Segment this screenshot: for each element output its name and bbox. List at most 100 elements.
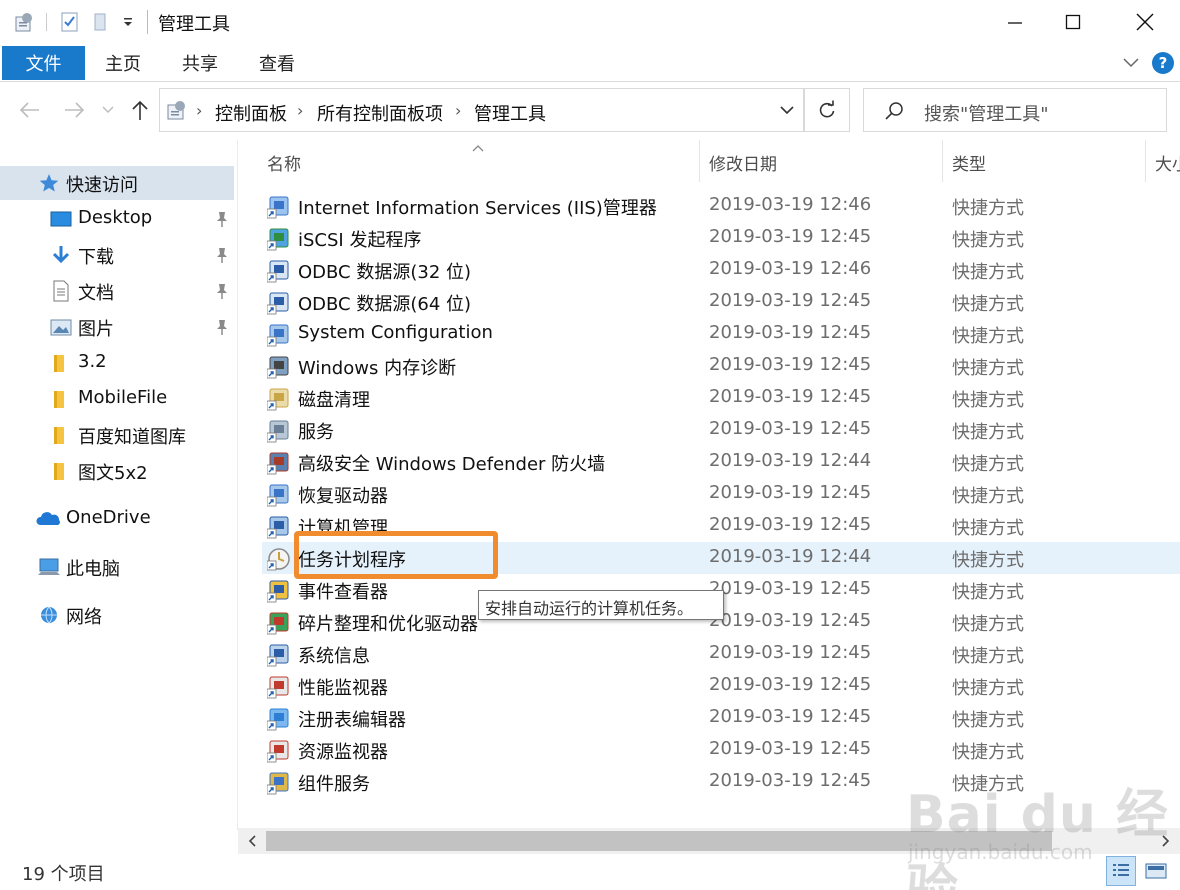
file-date: 2019-03-19 12:45 <box>709 578 872 599</box>
maximize-button[interactable] <box>1044 0 1102 44</box>
nav-folder-mobilefile[interactable]: MobileFile <box>0 382 234 416</box>
computer-management-icon <box>266 515 291 539</box>
file-date: 2019-03-19 12:45 <box>709 354 872 375</box>
nav-onedrive[interactable]: OneDrive <box>0 502 234 536</box>
nav-label: 快速访问 <box>66 175 138 196</box>
qa-divider <box>44 10 48 34</box>
breadcrumb-separator[interactable]: › <box>455 101 461 120</box>
pin-icon[interactable] <box>214 318 230 336</box>
column-header-date[interactable]: 修改日期 <box>700 140 942 182</box>
nav-label: 网络 <box>66 607 102 628</box>
tab-view[interactable]: 查看 <box>259 50 295 76</box>
nav-folder-3-2[interactable]: 3.2 <box>0 346 234 380</box>
file-date: 2019-03-19 12:45 <box>709 322 872 343</box>
odbc-icon <box>266 259 291 283</box>
expand-ribbon-icon[interactable] <box>1121 52 1141 72</box>
file-type: 快捷方式 <box>952 422 1024 443</box>
file-type: 快捷方式 <box>952 518 1024 539</box>
column-header-type[interactable]: 类型 <box>943 140 1143 182</box>
file-date: 2019-03-19 12:44 <box>709 450 872 471</box>
forward-button[interactable] <box>60 96 88 124</box>
nav-folder-baidu-gallery[interactable]: 百度知道图库 <box>0 418 234 452</box>
folder-icon <box>50 352 72 374</box>
file-row[interactable]: 资源监视器 2019-03-19 12:45 快捷方式 <box>262 734 1180 766</box>
checklist-icon[interactable] <box>58 10 82 34</box>
recent-locations-button[interactable] <box>98 96 118 124</box>
file-name: iSCSI 发起程序 <box>298 230 422 251</box>
scroll-left-icon[interactable] <box>244 832 262 850</box>
help-icon[interactable]: ? <box>1152 52 1174 74</box>
file-row[interactable]: 系统信息 2019-03-19 12:45 快捷方式 <box>262 638 1180 670</box>
file-row[interactable]: System Configuration 2019-03-19 12:45 快捷方式 <box>262 318 1180 350</box>
pin-icon[interactable] <box>214 246 230 264</box>
search-input[interactable]: 搜索"管理工具" <box>924 100 1049 126</box>
new-folder-icon[interactable] <box>90 10 112 34</box>
nav-label: Desktop <box>78 207 153 228</box>
nav-desktop[interactable]: Desktop <box>0 202 234 236</box>
nav-downloads[interactable]: 下载 <box>0 238 234 272</box>
file-name: 服务 <box>298 422 334 443</box>
up-button[interactable] <box>126 96 154 124</box>
highlight-annotation <box>294 531 498 579</box>
file-name: ODBC 数据源(32 位) <box>298 262 472 283</box>
file-row[interactable]: Internet Information Services (IIS)管理器 20… <box>262 190 1180 222</box>
disk-cleanup-icon <box>266 387 291 411</box>
nav-network[interactable]: 网络 <box>0 598 234 632</box>
nav-label: 百度知道图库 <box>78 427 186 448</box>
nav-pictures[interactable]: 图片 <box>0 310 234 344</box>
file-type: 快捷方式 <box>952 198 1024 219</box>
address-history-dropdown[interactable] <box>770 88 804 132</box>
folder-icon <box>50 388 72 410</box>
breadcrumb-control-panel[interactable]: 控制面板 <box>215 100 287 126</box>
customize-quick-access-icon[interactable] <box>118 10 138 34</box>
column-header-size[interactable]: 大小 <box>1146 140 1180 182</box>
watermark-url: jingyan.baidu.com <box>908 840 1093 864</box>
nav-quick-access[interactable]: 快速访问 <box>0 166 234 200</box>
pin-icon[interactable] <box>214 210 230 228</box>
tab-file[interactable]: 文件 <box>2 46 85 80</box>
address-bar[interactable]: › 控制面板 › 所有控制面板项 › 管理工具 <box>159 88 804 132</box>
breadcrumb-separator[interactable]: › <box>297 101 303 120</box>
nav-documents[interactable]: 文档 <box>0 274 234 308</box>
nav-this-pc[interactable]: 此电脑 <box>0 550 234 584</box>
nav-label: 下载 <box>78 247 114 268</box>
file-row[interactable]: 恢复驱动器 2019-03-19 12:45 快捷方式 <box>262 478 1180 510</box>
file-name: System Configuration <box>298 322 493 343</box>
minimize-button[interactable] <box>986 0 1044 44</box>
file-row[interactable]: iSCSI 发起程序 2019-03-19 12:45 快捷方式 <box>262 222 1180 254</box>
file-row[interactable]: 服务 2019-03-19 12:45 快捷方式 <box>262 414 1180 446</box>
file-date: 2019-03-19 12:44 <box>709 546 872 567</box>
file-name: 资源监视器 <box>298 742 388 763</box>
refresh-button[interactable] <box>804 88 850 132</box>
pin-icon[interactable] <box>214 282 230 300</box>
nav-label: OneDrive <box>66 507 151 528</box>
breadcrumb-admin-tools[interactable]: 管理工具 <box>474 100 546 126</box>
file-row[interactable]: ODBC 数据源(32 位) 2019-03-19 12:46 快捷方式 <box>262 254 1180 286</box>
column-label: 名称 <box>267 155 301 175</box>
breadcrumb-separator[interactable]: › <box>196 101 202 120</box>
tab-share[interactable]: 共享 <box>182 50 218 76</box>
file-name: 恢复驱动器 <box>298 486 388 507</box>
iis-icon <box>266 195 291 219</box>
file-row[interactable]: 注册表编辑器 2019-03-19 12:45 快捷方式 <box>262 702 1180 734</box>
performance-monitor-icon <box>266 675 291 699</box>
tab-home[interactable]: 主页 <box>105 50 141 76</box>
msconfig-icon <box>266 323 291 347</box>
file-row[interactable]: 磁盘清理 2019-03-19 12:45 快捷方式 <box>262 382 1180 414</box>
file-type: 快捷方式 <box>952 358 1024 379</box>
nav-label: 此电脑 <box>66 559 120 580</box>
control-panel-icon <box>166 100 188 122</box>
properties-icon[interactable] <box>12 10 38 34</box>
close-button[interactable] <box>1116 0 1174 44</box>
file-row[interactable]: 高级安全 Windows Defender 防火墙 2019-03-19 12:4… <box>262 446 1180 478</box>
column-header-name[interactable]: 名称 <box>262 140 698 182</box>
iscsi-icon <box>266 227 291 251</box>
nav-folder-tuwen[interactable]: 图文5x2 <box>0 454 234 488</box>
file-row[interactable]: ODBC 数据源(64 位) 2019-03-19 12:45 快捷方式 <box>262 286 1180 318</box>
file-name: 碎片整理和优化驱动器 <box>298 614 478 635</box>
breadcrumb-all-items[interactable]: 所有控制面板项 <box>317 100 443 126</box>
file-row[interactable]: 性能监视器 2019-03-19 12:45 快捷方式 <box>262 670 1180 702</box>
file-row[interactable]: Windows 内存诊断 2019-03-19 12:45 快捷方式 <box>262 350 1180 382</box>
search-box[interactable]: 搜索"管理工具" <box>863 88 1167 132</box>
back-button[interactable] <box>16 96 44 124</box>
